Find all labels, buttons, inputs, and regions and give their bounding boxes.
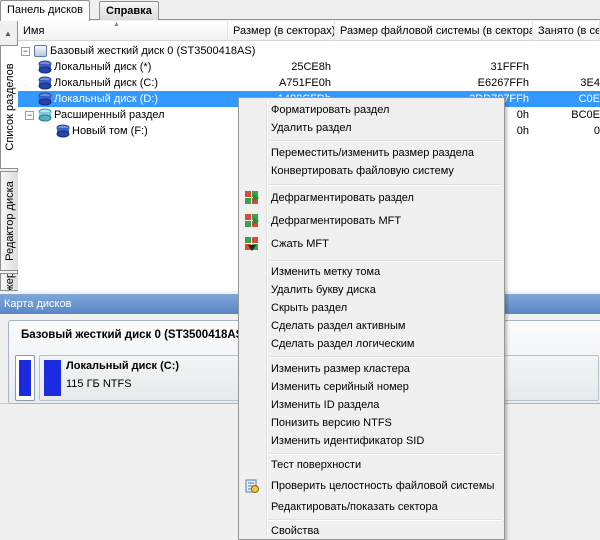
scroll-up-icon[interactable]: ▲: [4, 29, 12, 38]
menu-item-convert-fs[interactable]: Конвертировать файловую систему: [241, 162, 502, 180]
side-tab-label: еджер: [3, 273, 16, 291]
menu-item-label: Дефрагментировать MFT: [271, 215, 402, 227]
column-fs-size[interactable]: Размер файловой системы (в секторах): [335, 21, 533, 41]
context-menu: Форматировать раздел Удалить раздел Пере…: [238, 97, 505, 540]
side-tab-label: Редактор диска: [3, 181, 16, 261]
menu-item-hide-partition[interactable]: Скрыть раздел: [241, 299, 502, 317]
menu-item-remove-letter[interactable]: Удалить букву диска: [241, 281, 502, 299]
row-size: 25CE8h: [291, 61, 331, 73]
menu-item-format[interactable]: Форматировать раздел: [241, 101, 502, 119]
row-name: Новый том (F:): [72, 125, 148, 137]
menu-item-change-label[interactable]: Изменить метку тома: [241, 263, 502, 281]
menu-separator: [269, 260, 502, 262]
sort-up-icon: ▲: [113, 21, 120, 28]
menu-separator: [269, 453, 502, 455]
partition-icon: [56, 124, 70, 138]
row-name: Базовый жесткий диск 0 (ST3500418AS): [50, 45, 256, 57]
partition-icon: [38, 60, 52, 74]
row-used: C0E: [578, 93, 600, 105]
column-header-label: Занято (в сект: [538, 25, 600, 37]
extended-partition-icon: [38, 108, 52, 122]
top-tab-bar: Панель дисков Справка: [0, 0, 600, 21]
menu-item-label: Проверить целостность файловой системы: [271, 480, 495, 492]
tab-help[interactable]: Справка: [99, 1, 159, 20]
side-tab-bar: Список разделов Редактор диска еджер ▲: [0, 21, 18, 291]
tab-disk-panel[interactable]: Панель дисков: [0, 0, 91, 21]
menu-separator: [269, 519, 502, 521]
column-size[interactable]: Размер (в секторах): [228, 21, 335, 41]
menu-item-downgrade-ntfs[interactable]: Понизить версию NTFS: [241, 414, 502, 432]
collapse-icon[interactable]: −: [21, 47, 30, 56]
defrag-mft-icon: [244, 213, 260, 229]
column-used[interactable]: Занято (в сект: [533, 21, 600, 41]
side-tab-partition-list[interactable]: Список разделов: [0, 45, 18, 169]
menu-item-set-active[interactable]: Сделать раздел активным: [241, 317, 502, 335]
menu-item-partition-id[interactable]: Изменить ID раздела: [241, 396, 502, 414]
row-fs-size: 31FFFh: [490, 61, 529, 73]
column-header-label: Размер (в секторах): [233, 25, 335, 37]
list-header: ▲ Имя Размер (в секторах) Размер файлово…: [18, 21, 600, 41]
menu-item-defrag-mft[interactable]: Дефрагментировать MFT: [241, 212, 502, 230]
column-header-label: Имя: [23, 25, 45, 37]
partition-fill: [44, 360, 61, 396]
row-name: Расширенный раздел: [54, 109, 165, 121]
column-name[interactable]: ▲ Имя: [18, 21, 228, 41]
tree-row-disk[interactable]: − Базовый жесткий диск 0 (ST3500418AS): [18, 43, 600, 59]
menu-item-change-sid[interactable]: Изменить идентификатор SID: [241, 432, 502, 450]
defrag-icon: [244, 190, 260, 206]
menu-separator: [269, 356, 502, 358]
hard-disk-icon: [34, 45, 47, 57]
row-size: A751FE0h: [279, 77, 331, 89]
menu-item-label: Дефрагментировать раздел: [271, 192, 414, 204]
tree-row-partition[interactable]: Локальный диск (*) 25CE8h 31FFFh: [18, 59, 600, 75]
menu-item-defrag[interactable]: Дефрагментировать раздел: [241, 189, 502, 207]
disk-map-disk-title: Базовый жесткий диск 0 (ST3500418AS): [21, 329, 248, 341]
row-used: 0: [593, 125, 600, 137]
row-used: BC0E: [571, 109, 600, 121]
row-used: 3E4: [580, 77, 600, 89]
menu-item-surface-test[interactable]: Тест поверхности: [241, 456, 502, 474]
row-fs-size: E6267FFh: [477, 77, 529, 89]
row-name: Локальный диск (D:): [54, 93, 159, 105]
collapse-icon[interactable]: −: [25, 111, 34, 120]
row-name: Локальный диск (C:): [54, 77, 159, 89]
partition-name: Локальный диск (C:): [66, 360, 180, 372]
side-tab-manager[interactable]: еджер: [0, 273, 18, 291]
menu-item-check-fs[interactable]: Проверить целостность файловой системы: [241, 477, 502, 495]
tree-row-partition[interactable]: Локальный диск (C:) A751FE0h E6267FFh 3E…: [18, 75, 600, 91]
menu-separator: [269, 140, 502, 142]
menu-item-delete[interactable]: Удалить раздел: [241, 119, 502, 137]
column-header-label: Размер файловой системы (в секторах): [340, 25, 533, 37]
menu-item-edit-sectors[interactable]: Редактировать/показать сектора: [241, 498, 502, 516]
menu-item-cluster-size[interactable]: Изменить размер кластера: [241, 360, 502, 378]
compress-mft-icon: [244, 236, 260, 252]
disk-mini-bar[interactable]: [15, 355, 35, 401]
side-tab-disk-editor[interactable]: Редактор диска: [0, 171, 18, 271]
menu-item-set-logical[interactable]: Сделать раздел логическим: [241, 335, 502, 353]
menu-item-move-resize[interactable]: Переместить/изменить размер раздела: [241, 144, 502, 162]
partition-info: 115 ГБ NTFS: [66, 378, 132, 390]
partition-icon: [38, 92, 52, 106]
side-tab-label: Список разделов: [3, 63, 16, 151]
row-name: Локальный диск (*): [54, 61, 152, 73]
check-fs-icon: [244, 478, 260, 494]
menu-item-label: Сжать MFT: [271, 238, 329, 250]
menu-item-compress-mft[interactable]: Сжать MFT: [241, 235, 502, 253]
partition-icon: [38, 76, 52, 90]
disk-mini-bar-fill: [19, 360, 31, 396]
menu-separator: [269, 184, 502, 186]
menu-item-serial-number[interactable]: Изменить серийный номер: [241, 378, 502, 396]
menu-item-properties[interactable]: Свойства: [241, 522, 502, 540]
